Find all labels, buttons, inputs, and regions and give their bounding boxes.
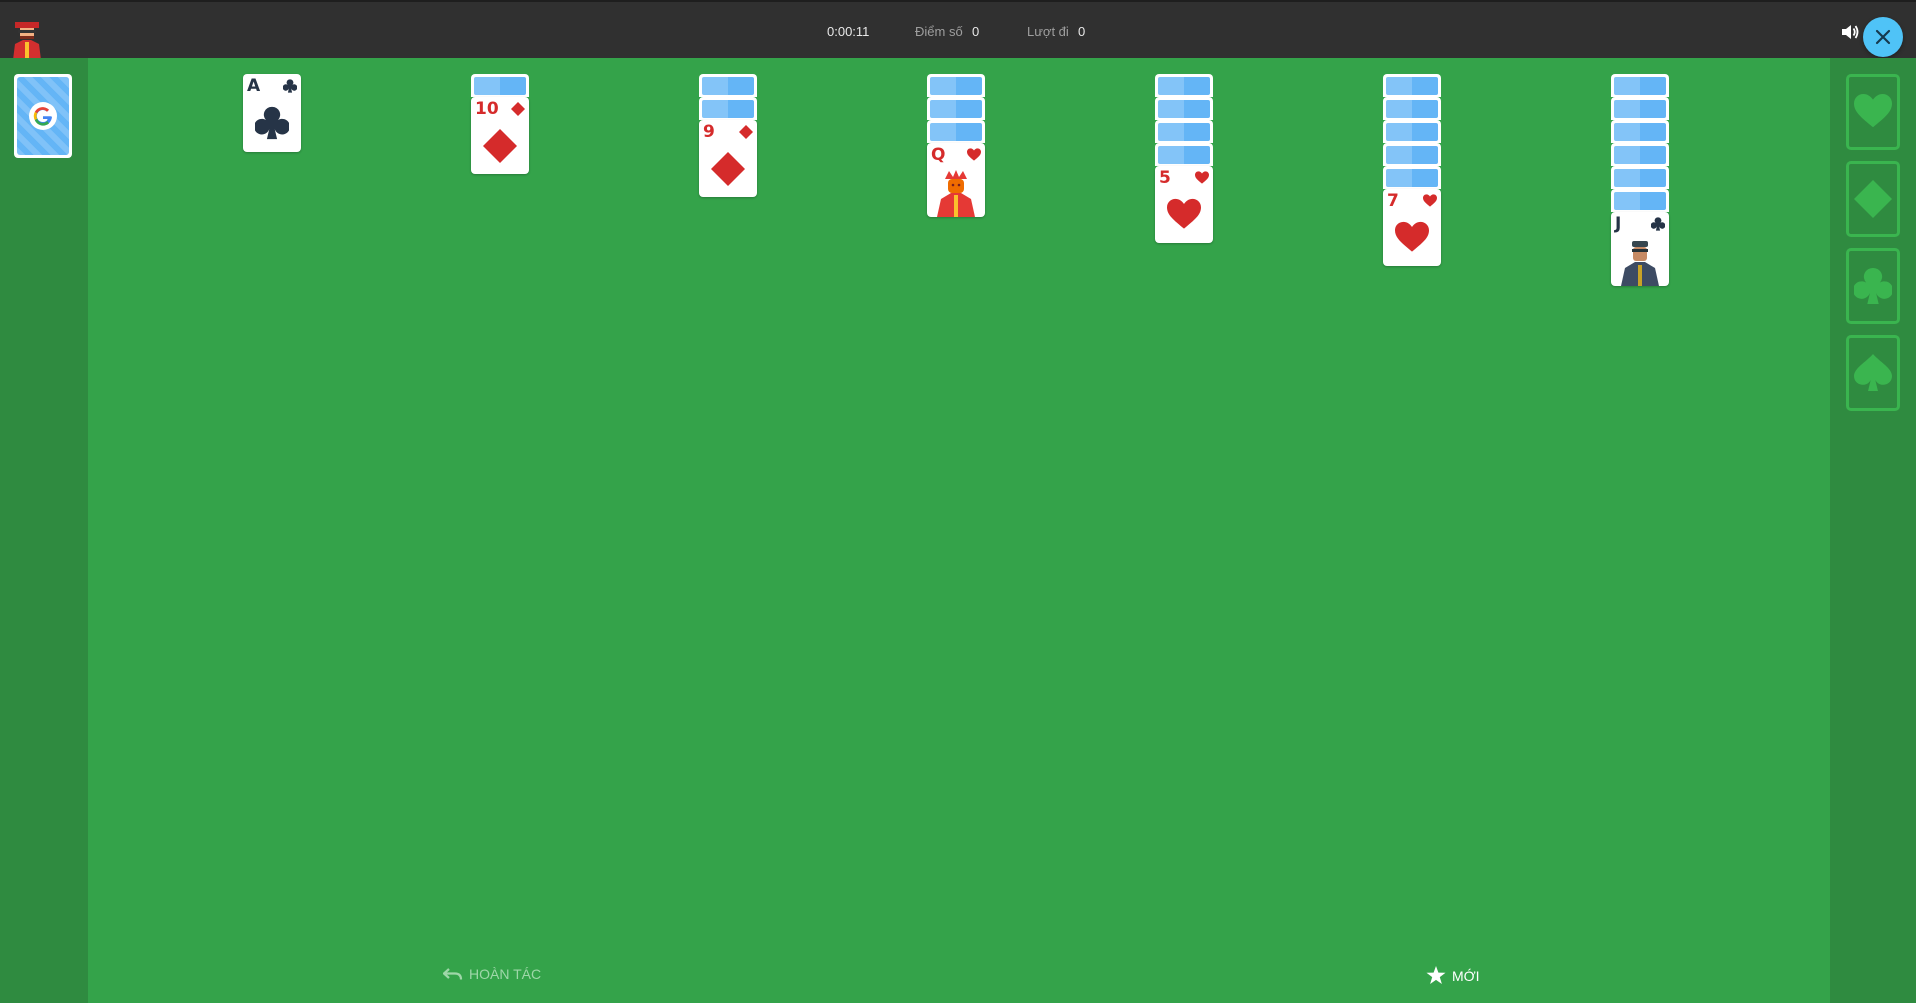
new-game-button[interactable]: MỚI: [1426, 966, 1480, 985]
card-back-pattern: [1614, 123, 1666, 141]
heart-placeholder-icon: [1854, 93, 1892, 128]
face-down-card: [927, 120, 985, 143]
star-icon: [1426, 966, 1446, 984]
card-back-pattern: [1386, 169, 1438, 187]
card-back-pattern: [474, 77, 526, 95]
card-back-pattern: [17, 77, 69, 155]
card-back-pattern: [930, 100, 982, 118]
heart-large-icon: [1167, 198, 1201, 229]
diamond-suit-icon: [739, 125, 753, 139]
face-down-card: [1611, 74, 1669, 97]
card-back-pattern: [1614, 192, 1666, 210]
face-down-card: [1155, 97, 1213, 120]
card-back-pattern: [1614, 100, 1666, 118]
diamond-large-icon: [483, 129, 517, 163]
diamond-large-icon: [711, 152, 745, 186]
face-up-card[interactable]: 5: [1155, 166, 1213, 243]
card-back-pattern: [1614, 146, 1666, 164]
face-down-card: [471, 74, 529, 97]
card-back-pattern: [1386, 100, 1438, 118]
stock-pile[interactable]: [14, 74, 72, 158]
heart-suit-icon: [1195, 171, 1209, 184]
face-down-card: [1611, 189, 1669, 212]
face-down-card: [1383, 166, 1441, 189]
undo-label: HOÀN TÁC: [469, 966, 542, 982]
diamond-placeholder-icon: [1854, 180, 1892, 218]
card-rank: A: [247, 76, 261, 96]
face-down-card: [1383, 120, 1441, 143]
foundation-diamonds[interactable]: [1846, 161, 1900, 237]
face-up-card[interactable]: 10: [471, 97, 529, 174]
face-down-card: [699, 97, 757, 120]
spade-placeholder-icon: [1854, 354, 1892, 392]
speaker-icon[interactable]: [1840, 22, 1860, 42]
face-up-card[interactable]: A: [243, 74, 301, 152]
score-label: Điểm số: [915, 24, 963, 39]
club-large-icon: [255, 106, 289, 140]
face-up-card[interactable]: Q: [927, 143, 985, 217]
face-down-card: [1611, 97, 1669, 120]
face-down-card: [927, 97, 985, 120]
club-placeholder-icon: [1854, 267, 1892, 305]
foundation-spades[interactable]: [1846, 335, 1900, 411]
face-down-card: [699, 74, 757, 97]
face-down-card: [927, 74, 985, 97]
heart-large-icon: [1395, 221, 1429, 252]
card-back-pattern: [702, 100, 754, 118]
foundation-hearts[interactable]: [1846, 74, 1900, 150]
heart-suit-icon: [1423, 194, 1437, 207]
card-rank: 10: [475, 99, 499, 119]
club-suit-icon: [283, 79, 297, 93]
card-back-pattern: [930, 77, 982, 95]
card-back-pattern: [1158, 146, 1210, 164]
card-back-pattern: [930, 123, 982, 141]
card-back-pattern: [1386, 146, 1438, 164]
queen-figure-icon: [937, 170, 975, 217]
google-logo-icon: [29, 102, 57, 130]
face-up-card[interactable]: 7: [1383, 189, 1441, 266]
face-down-card: [1155, 74, 1213, 97]
face-down-card: [1611, 120, 1669, 143]
score-value: 0: [972, 24, 980, 39]
card-back-pattern: [1614, 77, 1666, 95]
face-up-card[interactable]: 9: [699, 120, 757, 197]
undo-icon: [443, 968, 463, 980]
top-bar: 0:00:11 Điểm số 0 Lượt đi 0: [0, 0, 1916, 60]
face-down-card: [1611, 143, 1669, 166]
card-back-pattern: [702, 77, 754, 95]
face-down-card: [1383, 74, 1441, 97]
card-back-pattern: [1614, 169, 1666, 187]
face-down-card: [1383, 97, 1441, 120]
stock-panel: [0, 58, 88, 1003]
moves-label: Lượt đi: [1027, 24, 1069, 39]
face-down-card: [1383, 143, 1441, 166]
card-rank: 9: [703, 122, 715, 142]
close-icon: [1875, 29, 1891, 45]
foundation-clubs[interactable]: [1846, 248, 1900, 324]
card-back-pattern: [1158, 123, 1210, 141]
undo-button[interactable]: HOÀN TÁC: [443, 966, 541, 982]
diamond-suit-icon: [511, 102, 525, 116]
face-down-card: [1155, 143, 1213, 166]
card-back-pattern: [1158, 100, 1210, 118]
card-back-pattern: [1386, 77, 1438, 95]
heart-suit-icon: [967, 148, 981, 161]
card-rank: 5: [1159, 168, 1171, 188]
close-button[interactable]: [1863, 17, 1903, 57]
card-back-pattern: [1158, 77, 1210, 95]
jack-figure-icon: [1621, 241, 1659, 286]
face-down-card: [1155, 120, 1213, 143]
card-rank: J: [1615, 214, 1622, 234]
game-timer: 0:00:11: [827, 24, 870, 39]
card-rank: 7: [1387, 191, 1399, 211]
face-down-card: [1611, 166, 1669, 189]
face-up-card[interactable]: J: [1611, 212, 1669, 286]
club-suit-icon: [1651, 217, 1665, 231]
player-avatar-icon: [13, 22, 41, 60]
card-rank: Q: [931, 145, 946, 165]
moves-value: 0: [1078, 24, 1086, 39]
card-back-pattern: [1386, 123, 1438, 141]
new-game-label: MỚI: [1452, 967, 1480, 984]
